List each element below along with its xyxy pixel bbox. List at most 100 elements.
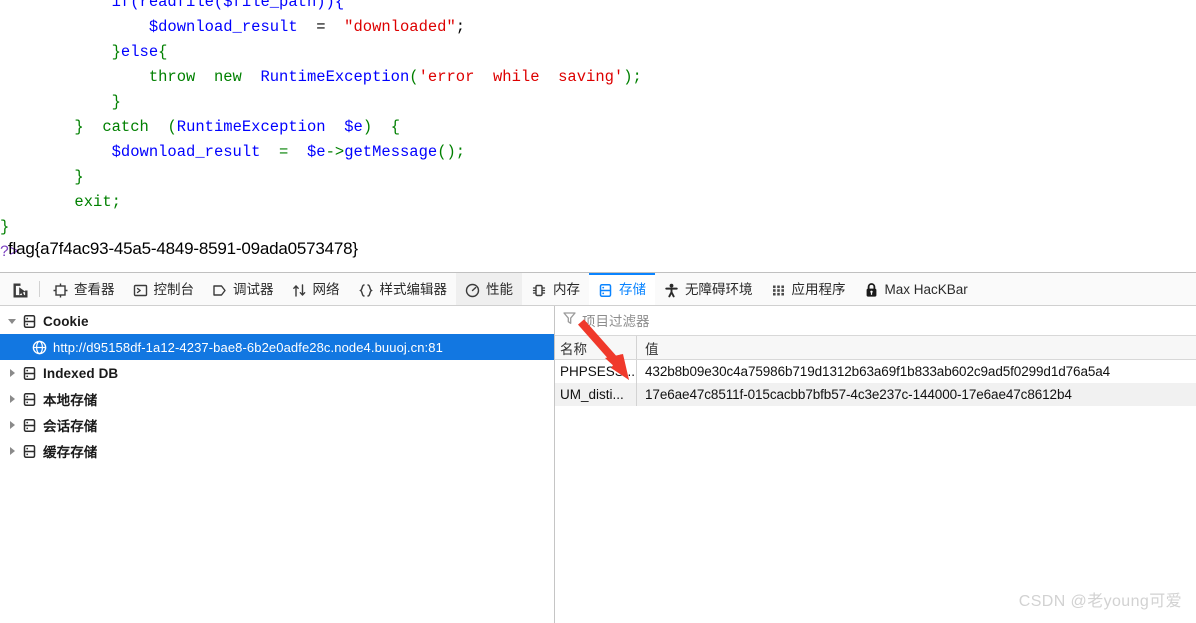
console-icon [133,283,148,298]
style-editor-icon [358,283,374,298]
chevron-right-icon[interactable] [4,417,20,433]
chevron-right-icon[interactable] [4,391,20,407]
csdn-watermark: CSDN @老young可爱 [1018,593,1182,610]
cookie-table-header: 名称 值 [555,335,1196,360]
lock-icon [864,282,879,298]
code-line-6: } catch (RuntimeException $e) { [0,115,642,140]
code-token: throw new [148,68,261,86]
storage-type-icon [22,418,37,433]
tree-item-session-storage[interactable]: 会话存储 [0,412,554,438]
tree-item-local-storage[interactable]: 本地存储 [0,386,554,412]
globe-icon [32,340,47,355]
php-source-code: if(readfile($file_path)){ $download_resu… [0,0,642,265]
devtools-toolbar: 查看器 控制台 调试器 网络 样式编辑器 性能 内存 存储 无障碍环境 应用程序… [0,273,1196,306]
code-token: RuntimeException [176,118,345,136]
code-token: = [297,18,345,36]
code-line-10: } [0,215,642,240]
code-line-7: $download_result = $e->getMessage(); [0,140,642,165]
code-line-9: exit; [0,190,642,215]
storage-icon [598,283,613,298]
code-token: ) { [362,118,401,136]
code-line-3: }else{ [0,40,642,65]
tab-performance-label: 性能 [486,282,513,298]
cookie-value-cell[interactable]: 17e6ae47c8511f-015cacbb7bfb57-4c3e237c-1… [637,383,1196,406]
table-row[interactable]: PHPSESS... 432b8b09e30c4a75986b719d1312b… [555,360,1196,383]
tab-style-editor-label: 样式编辑器 [379,282,448,298]
tree-item-indexed-db-label: Indexed DB [43,365,119,381]
tab-debugger-label: 调试器 [233,282,274,298]
tab-inspector[interactable]: 查看器 [44,273,124,305]
cookie-name-cell[interactable]: UM_disti... [555,383,637,406]
devtools-body: Cookie http://d95158df-1a12-4237-bae8-6b… [0,306,1196,623]
tab-storage[interactable]: 存储 [589,273,655,305]
performance-icon [465,283,480,298]
tab-accessibility-label: 无障碍环境 [685,282,753,298]
code-token: (); [437,143,466,161]
column-header-name[interactable]: 名称 [555,336,637,359]
tree-item-cache-storage[interactable]: 缓存存储 [0,438,554,464]
code-token: } [0,218,10,236]
tree-item-cookie-label: Cookie [43,313,89,329]
devtools-panel: 查看器 控制台 调试器 网络 样式编辑器 性能 内存 存储 无障碍环境 应用程序… [0,272,1196,623]
tab-style-editor[interactable]: 样式编辑器 [349,273,457,305]
tab-accessibility[interactable]: 无障碍环境 [655,273,762,305]
tab-memory[interactable]: 内存 [522,273,589,305]
tab-network[interactable]: 网络 [283,273,349,305]
cookie-name-cell[interactable]: PHPSESS... [555,360,637,383]
column-header-value[interactable]: 值 [637,336,1196,359]
storage-tree-sidebar: Cookie http://d95158df-1a12-4237-bae8-6b… [0,306,555,623]
browser-page-content: if(readfile($file_path)){ $download_resu… [0,0,1196,272]
network-icon [292,283,307,298]
tree-item-cookie[interactable]: Cookie [0,308,554,334]
code-token: catch [102,118,168,136]
memory-icon [531,283,547,298]
flag-output-text: flag{a7f4ac93-45a5-4849-8591-09ada057347… [8,239,358,258]
tab-console-label: 控制台 [153,282,195,298]
tab-hackbar[interactable]: Max HacKBar [855,273,977,305]
code-token: ; [455,18,466,36]
accessibility-icon [664,283,679,298]
code-token: $e [306,143,326,161]
tree-item-local-storage-label: 本地存储 [43,393,98,408]
code-token: exit; [0,193,121,211]
cookie-table: 名称 值 PHPSESS... 432b8b09e30c4a75986b719d… [555,335,1196,406]
storage-type-icon [22,314,37,329]
tree-item-cookie-origin-label: http://d95158df-1a12-4237-bae8-6b2e0adfe… [53,339,443,355]
code-token: getMessage [344,143,438,161]
code-token: $download_result [111,143,261,161]
tree-item-cookie-origin[interactable]: http://d95158df-1a12-4237-bae8-6b2e0adfe… [0,334,554,360]
chevron-right-icon[interactable] [4,443,20,459]
code-token: RuntimeException [260,68,410,86]
storage-type-icon [22,444,37,459]
code-token: if(readfile($file_path)){ [0,0,345,11]
tab-debugger[interactable]: 调试器 [203,273,283,305]
element-picker-button[interactable] [6,273,37,305]
tab-storage-label: 存储 [619,282,646,298]
code-token: } [0,168,84,186]
storage-type-icon [22,366,37,381]
filter-icon [563,311,576,330]
code-line-1: if(readfile($file_path)){ [0,0,642,15]
code-token: $download_result [148,18,298,36]
tab-network-label: 网络 [312,282,340,298]
chevron-down-icon[interactable] [4,313,20,329]
code-line-2: $download_result = "downloaded"; [0,15,642,40]
tree-item-indexed-db[interactable]: Indexed DB [0,360,554,386]
code-token: 'error while saving' [418,68,624,86]
tab-inspector-label: 查看器 [74,282,115,298]
tab-performance[interactable]: 性能 [456,273,522,305]
code-token: ); [623,68,642,86]
cookie-value-cell[interactable]: 432b8b09e30c4a75986b719d1312b63a69f1b833… [637,360,1196,383]
filter-bar[interactable]: 项目过滤器 [555,306,1196,335]
chevron-right-icon[interactable] [4,365,20,381]
code-token: } [0,93,121,111]
tab-application[interactable]: 应用程序 [762,273,855,305]
application-icon [771,283,786,298]
tab-console[interactable]: 控制台 [124,273,204,305]
code-line-4: throw new RuntimeException('error while … [0,65,642,90]
storage-detail-pane: 项目过滤器 名称 值 PHPSESS... 432b8b09e30c4a7598… [555,306,1196,623]
filter-input[interactable]: 项目过滤器 [582,310,650,330]
table-row[interactable]: UM_disti... 17e6ae47c8511f-015cacbb7bfb5… [555,383,1196,406]
